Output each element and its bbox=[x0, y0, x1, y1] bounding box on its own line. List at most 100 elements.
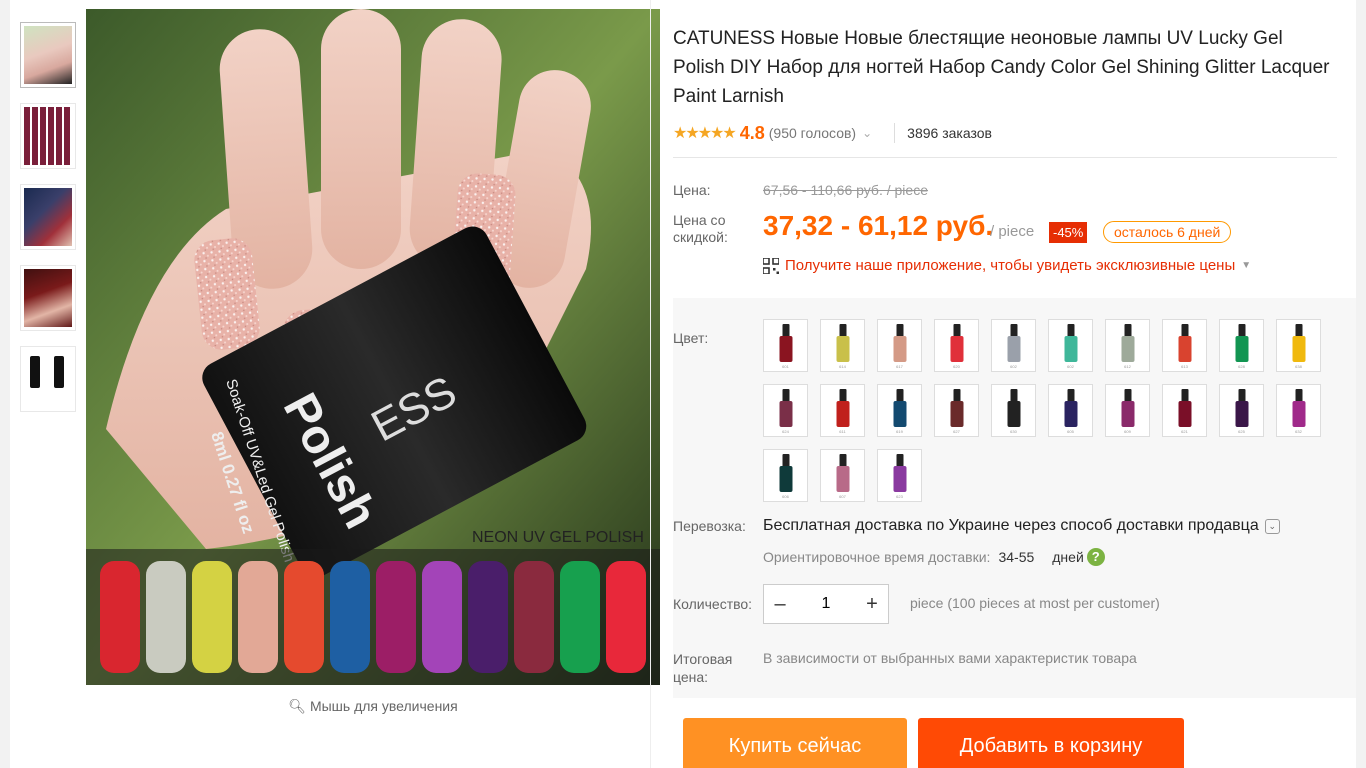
shipping-value[interactable]: Бесплатная доставка по Украине через спо… bbox=[763, 517, 1280, 535]
price-label: Цена: bbox=[673, 182, 711, 198]
thumbnail-5[interactable] bbox=[20, 346, 76, 412]
delivery-unit: дней bbox=[1052, 549, 1084, 565]
bottle-color bbox=[836, 466, 849, 492]
swatch-code: 638 bbox=[1295, 364, 1302, 369]
app-promo-link[interactable]: Получите наше приложение, чтобы увидеть … bbox=[763, 257, 1251, 274]
shipping-method: Бесплатная доставка по Украине через спо… bbox=[763, 517, 1259, 534]
color-swatch[interactable]: 632 bbox=[1276, 384, 1321, 437]
zoom-hint: 🔍︎ Мышь для увеличения bbox=[86, 698, 660, 715]
bottle-color bbox=[950, 336, 963, 362]
color-swatch[interactable]: 625 bbox=[1219, 384, 1264, 437]
swatch-code: 602 bbox=[1067, 364, 1074, 369]
bottle-color bbox=[1178, 401, 1191, 427]
help-icon[interactable]: ? bbox=[1086, 548, 1105, 566]
magnifier-icon: 🔍︎ bbox=[288, 698, 307, 714]
rating-row: ★★★★★ 4.8 (950 голосов) ⌄ 3896 заказов bbox=[673, 121, 992, 145]
bottle-color bbox=[836, 401, 849, 427]
color-swatch[interactable]: 617 bbox=[877, 319, 922, 372]
app-promo-text: Получите наше приложение, чтобы увидеть … bbox=[785, 257, 1236, 274]
swatch-code: 621 bbox=[1181, 429, 1188, 434]
color-swatch[interactable]: 623 bbox=[877, 449, 922, 502]
color-swatch[interactable]: 627 bbox=[934, 384, 979, 437]
bottle-color bbox=[1121, 336, 1134, 362]
color-swatch[interactable]: 612 bbox=[1105, 319, 1150, 372]
color-swatch[interactable]: 628 bbox=[1219, 319, 1264, 372]
zoom-hint-text: Мышь для увеличения bbox=[309, 698, 458, 714]
bottle-color bbox=[1235, 336, 1248, 362]
divider bbox=[894, 123, 896, 143]
color-swatch[interactable]: 602 bbox=[991, 319, 1036, 372]
product-page: Polish ESS Soak-Off UV&Led Gel Polish 8m… bbox=[10, 0, 1356, 768]
increase-quantity-button[interactable]: + bbox=[856, 585, 888, 623]
product-title: CATUNESS Новые Новые блестящие неоновые … bbox=[673, 28, 1330, 107]
bottle-color bbox=[1064, 336, 1077, 362]
swatch-code: 607 bbox=[839, 494, 846, 499]
swatch-code: 614 bbox=[839, 364, 846, 369]
divider bbox=[673, 157, 1337, 158]
swatch-code: 623 bbox=[896, 494, 903, 499]
caret-down-icon: ▼ bbox=[1241, 260, 1252, 271]
swatch-code: 630 bbox=[1010, 429, 1017, 434]
color-swatch[interactable]: 606 bbox=[763, 449, 808, 502]
color-swatch[interactable]: 630 bbox=[991, 384, 1036, 437]
per-piece-unit: / piece bbox=[990, 223, 1035, 240]
thumbnail-3[interactable] bbox=[20, 184, 76, 250]
color-swatch[interactable]: 621 bbox=[1162, 384, 1207, 437]
swatch-code: 628 bbox=[1238, 364, 1245, 369]
bottle-color bbox=[893, 466, 906, 492]
swatch-code: 612 bbox=[1124, 364, 1131, 369]
add-to-cart-button[interactable]: Добавить в корзину bbox=[918, 718, 1184, 768]
rating-value: 4.8 bbox=[739, 122, 765, 143]
delivery-range: 34-55 bbox=[998, 549, 1035, 565]
color-label: Цвет: bbox=[673, 330, 709, 346]
color-swatch[interactable]: 602 bbox=[1048, 319, 1093, 372]
color-swatch[interactable]: 624 bbox=[763, 384, 808, 437]
column-divider bbox=[650, 0, 651, 768]
color-swatch[interactable]: 614 bbox=[820, 319, 865, 372]
swatch-code: 602 bbox=[1010, 364, 1017, 369]
bottle-color bbox=[1121, 401, 1134, 427]
swatch-code: 617 bbox=[896, 364, 903, 369]
swatch-code: 606 bbox=[782, 494, 789, 499]
total-note: В зависимости от выбранных вами характер… bbox=[763, 650, 1137, 666]
quantity-stepper: – + bbox=[763, 584, 889, 624]
bottle-color bbox=[1178, 336, 1191, 362]
quantity-input[interactable] bbox=[801, 595, 851, 613]
total-label: Итоговая цена: bbox=[673, 651, 733, 685]
quantity-label: Количество: bbox=[673, 596, 753, 612]
color-swatch[interactable]: 607 bbox=[820, 449, 865, 502]
buy-now-button[interactable]: Купить сейчас bbox=[683, 718, 907, 768]
thumbnail-list bbox=[20, 22, 76, 427]
discount-price: 37,32 - 61,12 руб. bbox=[763, 210, 994, 241]
votes-count[interactable]: (950 голосов) bbox=[769, 125, 856, 141]
thumbnail-1[interactable] bbox=[20, 22, 76, 88]
color-swatches: 601 614 617 620 602 602 612 613 628 638 624 611 619 6… bbox=[763, 319, 1333, 502]
color-swatch[interactable]: 605 bbox=[1048, 384, 1093, 437]
bottle-color bbox=[779, 466, 792, 492]
bottle-color bbox=[950, 401, 963, 427]
swatch-code: 611 bbox=[839, 429, 846, 434]
color-swatch[interactable]: 638 bbox=[1276, 319, 1321, 372]
swatch-code: 632 bbox=[1295, 429, 1302, 434]
color-swatch[interactable]: 619 bbox=[877, 384, 922, 437]
bottle-color bbox=[1064, 401, 1077, 427]
color-swatch[interactable]: 620 bbox=[934, 319, 979, 372]
bottle-color bbox=[1292, 401, 1305, 427]
bottle-color bbox=[893, 336, 906, 362]
decrease-quantity-button[interactable]: – bbox=[764, 585, 796, 623]
swatch-code: 625 bbox=[1238, 429, 1245, 434]
thumbnail-2[interactable] bbox=[20, 103, 76, 169]
old-price: 67,56 - 110,66 руб. / piece bbox=[763, 182, 928, 198]
bottle-color bbox=[1007, 401, 1020, 427]
bottle-color bbox=[779, 401, 792, 427]
color-swatch[interactable]: 613 bbox=[1162, 319, 1207, 372]
color-swatch[interactable]: 611 bbox=[820, 384, 865, 437]
color-swatch[interactable]: 609 bbox=[1105, 384, 1150, 437]
swatch-code: 601 bbox=[782, 364, 789, 369]
chevron-down-icon[interactable]: ⌄ bbox=[862, 126, 872, 140]
main-product-image[interactable]: Polish ESS Soak-Off UV&Led Gel Polish 8m… bbox=[86, 9, 660, 685]
chevron-down-icon[interactable]: ⌄ bbox=[1264, 518, 1280, 534]
color-swatch[interactable]: 601 bbox=[763, 319, 808, 372]
image-caption: NEON UV GEL POLISH bbox=[472, 529, 644, 546]
thumbnail-4[interactable] bbox=[20, 265, 76, 331]
